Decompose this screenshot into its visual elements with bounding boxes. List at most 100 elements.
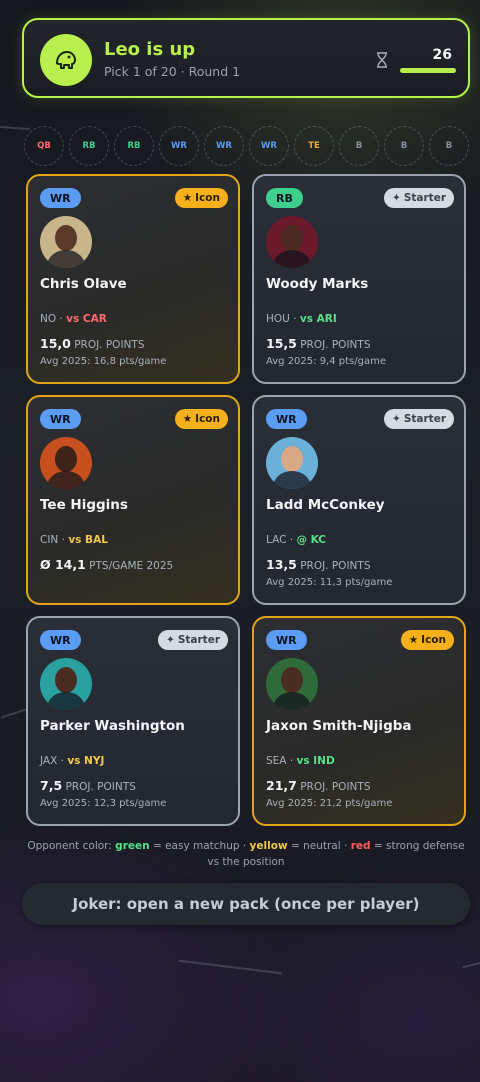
matchup: LAC · @ KC: [266, 534, 326, 546]
sparkle-icon: ✦: [392, 192, 401, 204]
roster-slot-wr: WR: [204, 126, 244, 166]
player-name: Chris Olave: [40, 276, 127, 292]
player-card[interactable]: WR ★ Icon Chris Olave NO · vs CAR 15,0 P…: [26, 174, 240, 384]
hourglass-icon: [377, 52, 387, 68]
season-average: Avg 2025: 11,3 pts/game: [266, 577, 393, 588]
roster-slot-rb: RB: [114, 126, 154, 166]
projection-label: PROJ. POINTS: [300, 339, 371, 351]
projection-label: PROJ. POINTS: [300, 781, 371, 793]
player-photo: [266, 216, 318, 268]
opponent-color-legend: Opponent color: green = easy matchup · y…: [24, 838, 468, 870]
tier-label: Starter: [403, 192, 446, 204]
tier-label: Starter: [403, 413, 446, 425]
roster-slots: QB RB RB WR WR WR TE B B B: [24, 126, 472, 166]
projection-value: 21,7: [266, 778, 297, 793]
team-abbr: CIN: [40, 534, 59, 546]
player-card[interactable]: WR ★ Icon Tee Higgins CIN · vs BAL Ø 14,…: [26, 395, 240, 605]
opponent: vs ARI: [299, 313, 337, 325]
projection-value: 13,5: [266, 557, 297, 572]
position-badge: WR: [40, 188, 81, 208]
decorative-line: [462, 961, 480, 969]
tier-label: Icon: [195, 192, 220, 204]
joker-button[interactable]: Joker: open a new pack (once per player): [22, 883, 470, 925]
turn-header: Leo is up Pick 1 of 20 · Round 1 26: [22, 18, 470, 98]
opponent: @ KC: [296, 534, 326, 546]
roster-slot-b: B: [429, 126, 469, 166]
player-photo: [40, 216, 92, 268]
timer-progress-bar: [400, 68, 456, 73]
player-name: Tee Higgins: [40, 497, 128, 513]
player-name: Ladd McConkey: [266, 497, 385, 513]
projection: 13,5 PROJ. POINTS: [266, 557, 370, 572]
matchup: JAX · vs NYJ: [40, 755, 105, 767]
position-badge: RB: [266, 188, 303, 208]
projection-label: PROJ. POINTS: [65, 781, 136, 793]
tier-badge: ★ Icon: [174, 188, 228, 208]
team-abbr: NO: [40, 313, 57, 325]
opponent: vs IND: [296, 755, 335, 767]
pick-info: Pick 1 of 20 · Round 1: [104, 64, 241, 79]
star-icon: ★: [182, 192, 193, 204]
position-badge: WR: [40, 409, 81, 429]
opponent: vs CAR: [66, 313, 107, 325]
player-photo: [266, 437, 318, 489]
star-icon: ★: [182, 413, 193, 425]
roster-slot-qb: QB: [24, 126, 64, 166]
season-average: Avg 2025: 12,3 pts/game: [40, 798, 167, 809]
tier-badge: ★ Icon: [400, 630, 454, 650]
legend-yellow-text: = neutral ·: [290, 840, 348, 852]
roster-slot-rb: RB: [69, 126, 109, 166]
decorative-line: [178, 959, 282, 975]
player-name: Jaxon Smith-Njigba: [266, 718, 412, 734]
player-card[interactable]: RB ✦ Starter Woody Marks HOU · vs ARI 15…: [252, 174, 466, 384]
projection: Ø 14,1 PTS/GAME 2025: [40, 557, 173, 572]
team-abbr: JAX: [40, 755, 58, 767]
turn-title: Leo is up: [104, 39, 196, 60]
projection-label: PROJ. POINTS: [74, 339, 145, 351]
roster-slot-wr: WR: [159, 126, 199, 166]
projection: 15,5 PROJ. POINTS: [266, 336, 370, 351]
projection: 7,5 PROJ. POINTS: [40, 778, 136, 793]
matchup: SEA · vs IND: [266, 755, 335, 767]
roster-slot-wr: WR: [249, 126, 289, 166]
tier-label: Icon: [421, 634, 446, 646]
projection: 15,0 PROJ. POINTS: [40, 336, 144, 351]
projection-value: 15,5: [266, 336, 297, 351]
opponent: vs BAL: [68, 534, 108, 546]
legend-prefix: Opponent color:: [27, 840, 112, 852]
team-abbr: SEA: [266, 755, 287, 767]
tier-badge: ★ Icon: [174, 409, 228, 429]
projection-value: 15,0: [40, 336, 71, 351]
position-badge: WR: [40, 630, 81, 650]
tier-badge: ✦ Starter: [158, 630, 228, 650]
player-photo: [40, 658, 92, 710]
tier-badge: ✦ Starter: [384, 188, 454, 208]
legend-green: green: [115, 840, 150, 852]
elephant-icon: [56, 51, 76, 69]
position-badge: WR: [266, 409, 307, 429]
matchup: HOU · vs ARI: [266, 313, 337, 325]
season-average: Avg 2025: 16,8 pts/game: [40, 356, 167, 367]
position-badge: WR: [266, 630, 307, 650]
legend-red: red: [350, 840, 371, 852]
legend-yellow: yellow: [249, 840, 288, 852]
tier-label: Starter: [177, 634, 220, 646]
roster-slot-te: TE: [294, 126, 334, 166]
player-name: Woody Marks: [266, 276, 369, 292]
tier-label: Icon: [195, 413, 220, 425]
projection-label: PTS/GAME 2025: [89, 560, 174, 572]
tier-badge: ✦ Starter: [384, 409, 454, 429]
legend-green-text: = easy matchup ·: [152, 840, 247, 852]
roster-slot-b: B: [384, 126, 424, 166]
team-abbr: HOU: [266, 313, 290, 325]
player-photo: [266, 658, 318, 710]
player-card[interactable]: WR ✦ Starter Parker Washington JAX · vs …: [26, 616, 240, 826]
roster-slot-b: B: [339, 126, 379, 166]
sparkle-icon: ✦: [392, 413, 401, 425]
player-name: Parker Washington: [40, 718, 185, 734]
player-card[interactable]: WR ✦ Starter Ladd McConkey LAC · @ KC 13…: [252, 395, 466, 605]
projection: 21,7 PROJ. POINTS: [266, 778, 370, 793]
player-card[interactable]: WR ★ Icon Jaxon Smith-Njigba SEA · vs IN…: [252, 616, 466, 826]
projection-value: Ø 14,1: [40, 557, 86, 572]
matchup: NO · vs CAR: [40, 313, 107, 325]
